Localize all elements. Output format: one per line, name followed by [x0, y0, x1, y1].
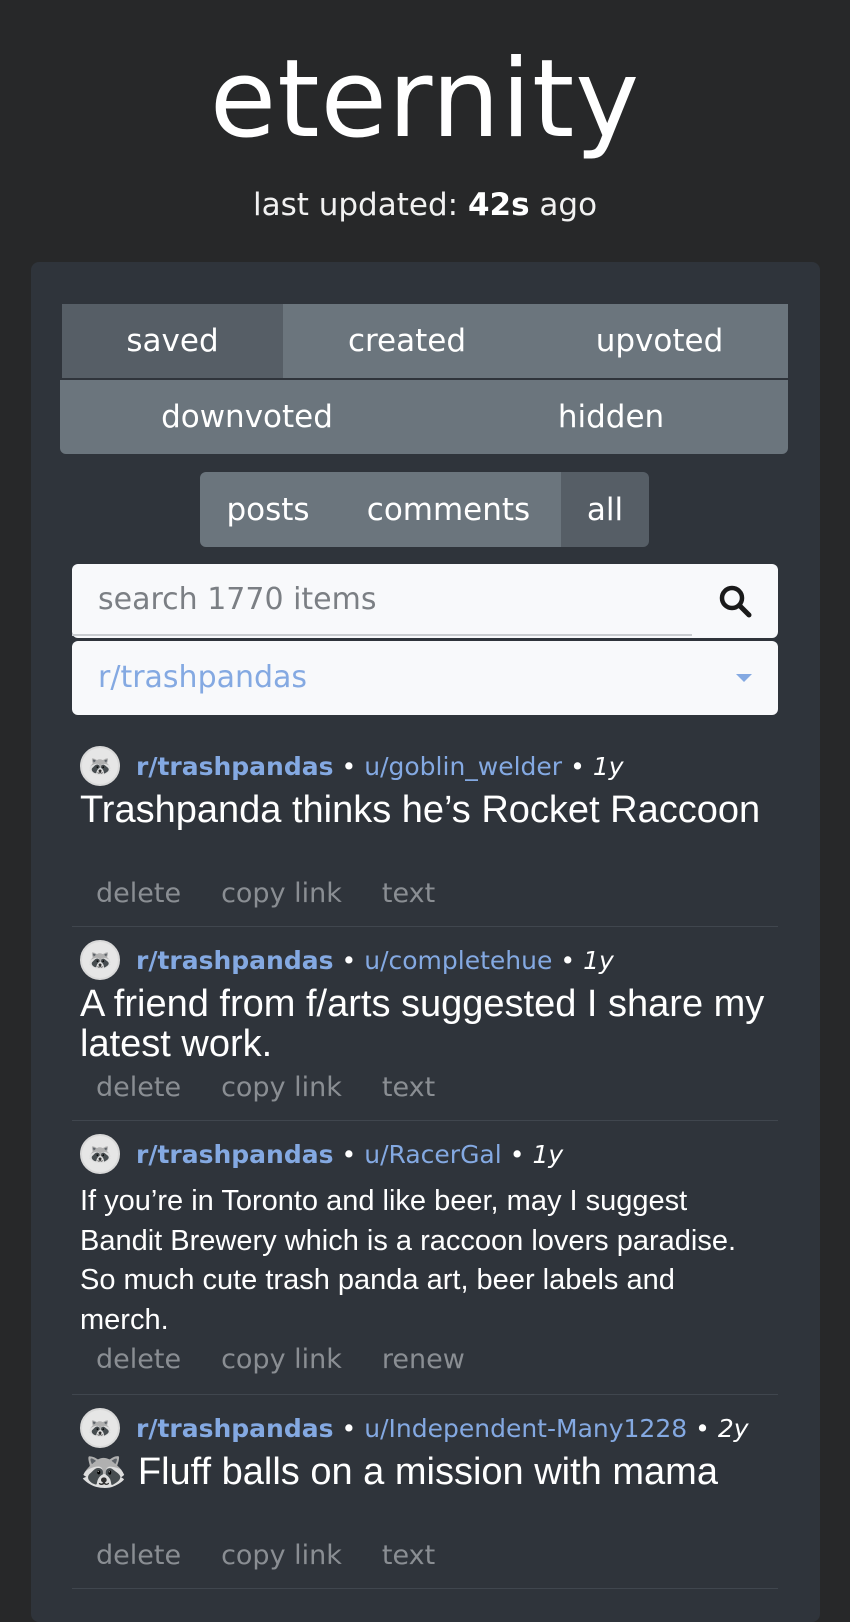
text-button[interactable]: text [382, 1072, 435, 1103]
delete-button[interactable]: delete [96, 1344, 181, 1375]
subreddit-select[interactable]: r/trashpandas [72, 641, 778, 715]
subreddit-link[interactable]: r/trashpandas [136, 752, 334, 781]
text-button[interactable]: text [382, 878, 435, 909]
subreddit-link[interactable]: r/trashpandas [136, 946, 334, 975]
copy-link-button[interactable]: copy link [221, 1072, 342, 1103]
item-age: 1y [532, 1139, 564, 1169]
post-title[interactable]: Trashpanda thinks he’s Rocket Raccoon [80, 790, 770, 830]
search-box [72, 564, 778, 638]
item-age: 1y [583, 945, 614, 975]
delete-button[interactable]: delete [96, 878, 181, 909]
subreddit-avatar-icon: 🦝 [80, 1134, 120, 1174]
post-title[interactable]: 🦝 Fluff balls on a mission with mama [80, 1452, 770, 1492]
separator-dot: • [560, 945, 576, 975]
copy-link-button[interactable]: copy link [221, 1540, 342, 1571]
item-actions: delete copy link renew [96, 1344, 505, 1375]
subreddit-avatar-icon: 🦝 [80, 1408, 120, 1448]
list-item: 🦝 r/trashpandas • u/goblin_welder • 1y T… [72, 744, 778, 924]
last-updated-label: last updated: [252, 187, 459, 223]
user-link[interactable]: u/Independent-Many1228 [364, 1414, 687, 1443]
delete-button[interactable]: delete [96, 1072, 181, 1103]
item-meta: 🦝 r/trashpandas • u/Independent-Many1228… [80, 1408, 749, 1448]
item-actions: delete copy link text [96, 1072, 475, 1103]
last-updated-status: last updated: 42s ago [0, 184, 850, 226]
separator-dot: • [695, 1413, 710, 1443]
item-actions: delete copy link text [96, 878, 475, 909]
separator-dot: • [341, 751, 357, 781]
item-meta: 🦝 r/trashpandas • u/goblin_welder • 1y [80, 746, 624, 786]
item-age: 1y [592, 751, 624, 781]
separator-dot: • [341, 1139, 357, 1169]
item-meta: 🦝 r/trashpandas • u/completehue • 1y [80, 940, 614, 980]
tab-upvoted[interactable]: upvoted [531, 304, 788, 378]
tab-hidden[interactable]: hidden [434, 380, 788, 454]
renew-button[interactable]: renew [382, 1344, 465, 1375]
filter-all[interactable]: all [561, 472, 649, 547]
tab-downvoted[interactable]: downvoted [60, 380, 434, 454]
copy-link-button[interactable]: copy link [221, 878, 342, 909]
filter-comments[interactable]: comments [336, 472, 561, 547]
post-title[interactable]: A friend from f/arts suggested I share m… [80, 984, 770, 1064]
text-button[interactable]: text [382, 1540, 435, 1571]
item-divider [72, 1588, 778, 1589]
list-item: 🦝 r/trashpandas • u/RacerGal • 1y If you… [72, 1132, 778, 1392]
item-meta: 🦝 r/trashpandas • u/RacerGal • 1y [80, 1134, 563, 1174]
list-item: 🦝 r/trashpandas • u/completehue • 1y A f… [72, 938, 778, 1118]
item-age: 2y [717, 1413, 749, 1443]
comment-body[interactable]: If you’re in Toronto and like beer, may … [80, 1182, 770, 1340]
item-actions: delete copy link text [96, 1540, 475, 1571]
separator-dot: • [509, 1139, 525, 1169]
app-title: eternity [209, 37, 641, 162]
last-updated-suffix: ago [539, 187, 598, 223]
user-link[interactable]: u/RacerGal [364, 1140, 501, 1169]
subreddit-link[interactable]: r/trashpandas [136, 1414, 334, 1443]
search-button[interactable] [692, 564, 778, 638]
chevron-down-icon [736, 674, 752, 682]
item-divider [72, 1120, 778, 1121]
filter-posts[interactable]: posts [200, 472, 336, 547]
item-divider [72, 1394, 778, 1395]
list-item: 🦝 r/trashpandas • u/Independent-Many1228… [72, 1406, 778, 1586]
subreddit-link[interactable]: r/trashpandas [136, 1140, 334, 1169]
delete-button[interactable]: delete [96, 1540, 181, 1571]
last-updated-value: 42s [467, 187, 530, 223]
copy-link-button[interactable]: copy link [221, 1344, 342, 1375]
user-link[interactable]: u/goblin_welder [364, 752, 562, 781]
subreddit-avatar-icon: 🦝 [80, 940, 120, 980]
subreddit-select-value: r/trashpandas [98, 660, 308, 695]
subreddit-avatar-icon: 🦝 [80, 746, 120, 786]
tab-created[interactable]: created [283, 304, 531, 378]
separator-dot: • [341, 945, 357, 975]
search-input[interactable] [72, 564, 692, 636]
user-link[interactable]: u/completehue [364, 946, 552, 975]
search-icon [719, 585, 752, 618]
separator-dot: • [570, 751, 585, 781]
tab-saved[interactable]: saved [62, 304, 283, 378]
item-divider [72, 926, 778, 927]
separator-dot: • [341, 1413, 357, 1443]
